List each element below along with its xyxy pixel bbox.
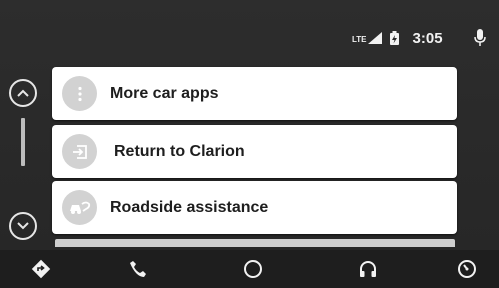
microphone-icon[interactable] bbox=[474, 29, 486, 46]
chevron-up-icon bbox=[17, 89, 29, 97]
nav-navigation-button[interactable] bbox=[30, 258, 52, 280]
list-item-label: More car apps bbox=[110, 84, 219, 102]
status-bar: LTE 3:05 bbox=[352, 28, 443, 48]
headphones-icon bbox=[360, 261, 376, 277]
chevron-down-icon bbox=[17, 222, 29, 230]
list-item-label: Roadside assistance bbox=[110, 198, 269, 216]
list-item-label: Return to Clarion bbox=[114, 142, 245, 160]
list-item-partial[interactable] bbox=[55, 239, 455, 247]
list-item-roadside-assistance[interactable]: Roadside assistance bbox=[52, 181, 457, 234]
list-item-more-car-apps[interactable]: More car apps bbox=[52, 67, 457, 120]
scrollbar[interactable] bbox=[21, 118, 25, 166]
nav-phone-button[interactable] bbox=[127, 258, 149, 280]
battery-icon bbox=[389, 31, 399, 45]
list-item-return-to-clarion[interactable]: Return to Clarion bbox=[52, 125, 457, 178]
signal-icon bbox=[367, 32, 382, 44]
more-vert-icon bbox=[62, 76, 97, 111]
car-menu-icon bbox=[458, 260, 476, 278]
roadside-car-icon bbox=[62, 190, 97, 225]
exit-app-icon bbox=[62, 134, 97, 169]
navigation-icon bbox=[31, 259, 51, 279]
nav-car-menu-button[interactable] bbox=[456, 258, 478, 280]
scroll-down-button[interactable] bbox=[9, 212, 37, 240]
network-indicator: LTE bbox=[352, 32, 382, 44]
bottom-nav-bar bbox=[0, 250, 499, 288]
network-label: LTE bbox=[352, 35, 367, 44]
nav-media-button[interactable] bbox=[357, 258, 379, 280]
scroll-up-button[interactable] bbox=[9, 79, 37, 107]
home-icon bbox=[244, 260, 262, 278]
clock: 3:05 bbox=[412, 29, 443, 47]
phone-icon bbox=[130, 261, 146, 277]
nav-home-button[interactable] bbox=[242, 258, 264, 280]
android-auto-screen: LTE 3:05 More car apps Return to Clarion… bbox=[0, 0, 499, 288]
